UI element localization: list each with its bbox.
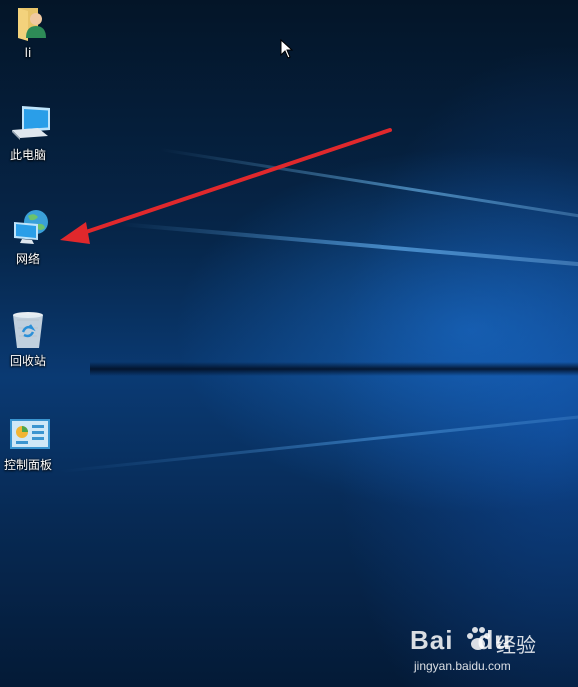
- desktop-background[interactable]: li 此电脑 网络 回收站 控制面板 Bai du 经验 jingyan.bai…: [0, 0, 578, 687]
- watermark-url: jingyan.baidu.com: [414, 659, 511, 673]
- baidu-watermark: Bai du 经验 jingyan.baidu.com: [384, 621, 564, 677]
- mouse-pointer-icon: [280, 39, 294, 59]
- red-arrow-icon: [60, 128, 392, 244]
- baidu-paw-icon: [467, 627, 490, 650]
- watermark-cn-text: 经验: [496, 633, 536, 657]
